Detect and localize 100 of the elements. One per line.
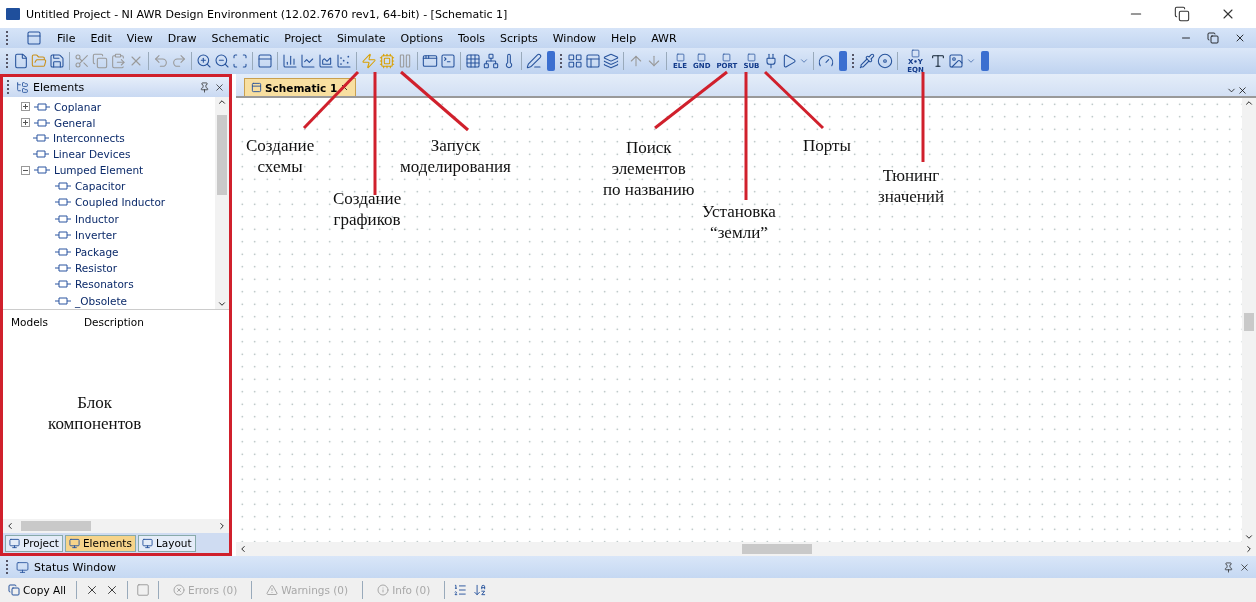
close-icon[interactable]: [1234, 32, 1246, 44]
chart-icon[interactable]: [300, 53, 316, 69]
list-icon[interactable]: [453, 583, 468, 597]
tree-item[interactable]: Inverter: [75, 229, 117, 242]
menu-item[interactable]: File: [57, 31, 76, 45]
schematic-icon[interactable]: [26, 30, 42, 46]
scroll-down-icon[interactable]: [217, 299, 227, 309]
gauge-icon[interactable]: [818, 53, 835, 69]
save-icon[interactable]: [49, 53, 65, 69]
menu-item[interactable]: Project: [284, 31, 322, 45]
network-icon[interactable]: [483, 53, 499, 69]
scrollbar[interactable]: [1242, 98, 1256, 542]
tree-item[interactable]: Lumped Element: [54, 164, 144, 176]
close-icon[interactable]: [214, 81, 225, 93]
tree-item[interactable]: Linear Devices: [53, 148, 131, 161]
expander-icon[interactable]: [21, 102, 30, 112]
restore-icon[interactable]: [1207, 32, 1219, 44]
column-header[interactable]: Description: [84, 316, 144, 328]
chart-icon[interactable]: [282, 53, 298, 69]
delete-icon[interactable]: [85, 583, 99, 597]
toolbar-grip[interactable]: [839, 51, 848, 71]
zoom-out-icon[interactable]: [214, 53, 230, 69]
toolbar-grip[interactable]: [981, 51, 990, 71]
scroll-thumb[interactable]: [742, 544, 812, 554]
menu-item[interactable]: Simulate: [336, 31, 386, 45]
square-icon: [722, 52, 732, 62]
panel-tab[interactable]: Project: [5, 534, 63, 552]
window-icon[interactable]: [422, 53, 438, 69]
expander-icon[interactable]: [21, 118, 30, 128]
scrollbar[interactable]: [236, 542, 1256, 556]
zoom-in-icon[interactable]: [196, 53, 212, 69]
pen-icon[interactable]: [526, 53, 542, 69]
monitor-icon: [141, 537, 153, 549]
close-icon[interactable]: [1239, 561, 1250, 573]
menu-item[interactable]: AWR: [651, 31, 677, 45]
tree-item[interactable]: Coplanar: [54, 100, 102, 113]
panels-icon[interactable]: [585, 53, 601, 69]
grid-icon[interactable]: [567, 53, 583, 69]
layers-icon[interactable]: [603, 53, 619, 69]
delete-all-icon[interactable]: [105, 583, 119, 597]
scroll-left-icon[interactable]: [5, 521, 15, 531]
tree-item[interactable]: General: [54, 116, 96, 129]
menu-item[interactable]: Edit: [90, 31, 112, 45]
tree-item[interactable]: Package: [75, 245, 119, 258]
tree-item[interactable]: _Obsolete: [75, 294, 128, 307]
scroll-right-icon[interactable]: [1244, 544, 1254, 554]
grid-icon[interactable]: [465, 53, 481, 69]
scrollbar[interactable]: [215, 97, 229, 309]
sort-icon[interactable]: [473, 583, 488, 597]
leader-line: [400, 70, 469, 132]
scroll-up-icon[interactable]: [1244, 98, 1254, 108]
monitor-icon: [9, 537, 20, 549]
zoom-fit-icon[interactable]: [232, 53, 248, 69]
tree-item[interactable]: Resistor: [75, 262, 117, 275]
component-symbol-icon: [33, 149, 49, 160]
close-icon[interactable]: [1237, 85, 1248, 96]
play-icon[interactable]: [781, 53, 798, 69]
document-tab[interactable]: Schematic 1: [244, 78, 357, 96]
menu-item[interactable]: Options: [400, 31, 443, 45]
scrollbar[interactable]: [3, 519, 229, 533]
menu-item[interactable]: Scripts: [500, 31, 538, 45]
window-icon[interactable]: [257, 53, 273, 69]
text-icon[interactable]: [930, 53, 947, 69]
pin-icon[interactable]: [1223, 561, 1234, 573]
scroll-thumb[interactable]: [1244, 313, 1254, 331]
copy-all-button[interactable]: Copy All: [6, 584, 68, 596]
scroll-up-icon[interactable]: [217, 97, 227, 107]
disc-icon[interactable]: [877, 53, 894, 69]
menu-item[interactable]: Tools: [457, 31, 486, 45]
menu-item[interactable]: Help: [611, 31, 637, 45]
tree-item[interactable]: Resonators: [75, 278, 134, 291]
panel-tab[interactable]: Layout: [137, 534, 196, 552]
tree-item[interactable]: Capacitor: [75, 180, 126, 193]
status-window-icon[interactable]: [16, 560, 29, 574]
elements-icon[interactable]: [16, 80, 29, 94]
menu-item[interactable]: Draw: [167, 31, 197, 45]
pin-icon[interactable]: [199, 81, 210, 93]
panel-tab[interactable]: Elements: [64, 534, 136, 552]
menu-item[interactable]: Schematic: [211, 31, 270, 45]
toolbar-grip[interactable]: [547, 51, 555, 71]
tree-item[interactable]: Inductor: [75, 212, 119, 225]
tree-item[interactable]: Interconnects: [53, 132, 125, 145]
chart-icon[interactable]: [318, 53, 334, 69]
scroll-left-icon[interactable]: [238, 544, 248, 554]
pipette-icon[interactable]: [859, 53, 876, 69]
new-document-icon[interactable]: [13, 53, 29, 69]
scroll-thumb[interactable]: [21, 521, 91, 531]
menu-item[interactable]: Window: [552, 31, 597, 45]
menu-item[interactable]: View: [126, 31, 153, 45]
scroll-thumb[interactable]: [217, 115, 227, 195]
expander-icon[interactable]: [21, 165, 30, 175]
image-icon[interactable]: [948, 53, 965, 69]
column-header[interactable]: Models: [11, 316, 48, 328]
scroll-right-icon[interactable]: [217, 521, 227, 531]
tree-item[interactable]: Coupled Inductor: [75, 196, 166, 209]
scroll-down-icon[interactable]: [1244, 532, 1254, 542]
close-icon[interactable]: [340, 83, 350, 92]
chart-icon[interactable]: [336, 53, 352, 69]
restore-icon[interactable]: [1174, 6, 1190, 22]
terminal-icon[interactable]: [440, 53, 456, 69]
